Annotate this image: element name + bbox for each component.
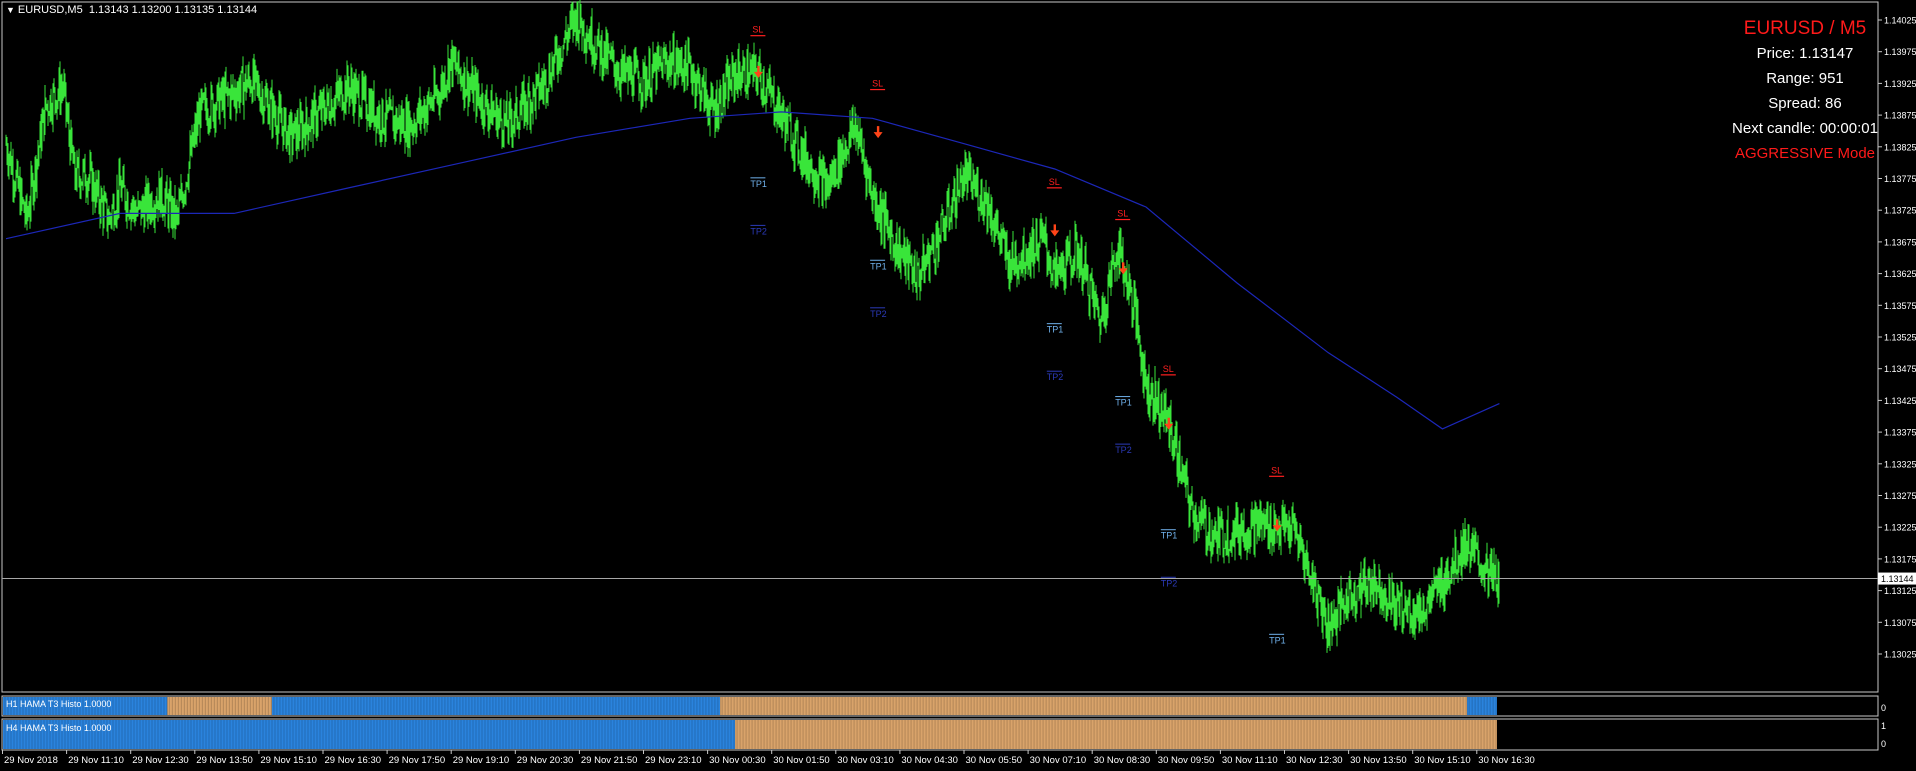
- time-tick-label: 30 Nov 04:30: [901, 755, 958, 766]
- price-tick-label: 1.13425: [1884, 396, 1916, 406]
- chart-header: ▼ EURUSD,M5 1.13143 1.13200 1.13135 1.131…: [6, 4, 257, 16]
- info-price: Price: 1.13147: [1756, 45, 1854, 62]
- time-tick-label: 30 Nov 16:30: [1478, 755, 1535, 766]
- tp1-label: TP1: [870, 261, 887, 271]
- time-tick-label: 30 Nov 01:50: [773, 755, 830, 766]
- info-panel: EURUSD / M5 Price: 1.13147 Range: 951 Sp…: [1680, 16, 1916, 166]
- tp2-label: TP2: [1047, 372, 1064, 382]
- tp1-label: TP1: [1161, 531, 1178, 541]
- price-tick-label: 1.13725: [1884, 206, 1916, 216]
- time-tick-label: 29 Nov 16:30: [325, 755, 382, 766]
- price-tick-label: 1.13075: [1884, 618, 1916, 628]
- time-tick-label: 30 Nov 05:50: [966, 755, 1023, 766]
- time-tick-label: 29 Nov 20:30: [517, 755, 574, 766]
- price-tick-label: 1.13125: [1884, 586, 1916, 596]
- moving-average-line: [5, 111, 1500, 430]
- info-range: Range: 951: [1766, 70, 1844, 87]
- time-tick-label: 29 Nov 23:10: [645, 755, 702, 766]
- time-tick-label: 29 Nov 21:50: [581, 755, 638, 766]
- tp2-label: TP2: [870, 309, 887, 319]
- time-tick-label: 30 Nov 09:50: [1158, 755, 1215, 766]
- subchart-h4-label: H4 HAMA T3 Histo 1.0000: [6, 723, 112, 733]
- tp1-label: TP1: [1047, 325, 1064, 335]
- current-price-label: 1.13144: [1881, 574, 1914, 584]
- time-tick-label: 30 Nov 07:10: [1030, 755, 1087, 766]
- tp1-label: TP1: [750, 179, 767, 189]
- info-next-candle: Next candle: 00:00:01: [1732, 120, 1878, 137]
- info-title: EURUSD / M5: [1743, 18, 1867, 39]
- time-tick-label: 30 Nov 11:10: [1222, 755, 1278, 766]
- price-tick-label: 1.13275: [1884, 491, 1916, 501]
- time-tick-label: 30 Nov 03:10: [837, 755, 894, 766]
- time-tick-label: 30 Nov 00:30: [709, 755, 766, 766]
- time-tick-label: 30 Nov 13:50: [1350, 755, 1407, 766]
- price-tick-label: 1.13525: [1884, 333, 1916, 343]
- price-tick-label: 1.13025: [1884, 650, 1916, 660]
- price-tick-label: 1.13225: [1884, 523, 1916, 533]
- sl-label: SL: [1271, 465, 1282, 475]
- dropdown-triangle-icon[interactable]: ▼: [6, 5, 15, 15]
- sl-label: SL: [1163, 364, 1174, 374]
- price-tick-label: 1.13375: [1884, 428, 1916, 438]
- time-tick-label: 29 Nov 13:50: [196, 755, 253, 766]
- subchart-h4-axis-top: 1: [1881, 721, 1886, 731]
- sl-label: SL: [1117, 209, 1128, 219]
- ohlc-values: 1.13143 1.13200 1.13135 1.13144: [88, 4, 258, 16]
- price-tick-label: 1.13575: [1884, 301, 1916, 311]
- tp1-label: TP1: [1115, 398, 1132, 408]
- price-tick-label: 1.13475: [1884, 364, 1916, 374]
- subchart-h1-axis-label: 0: [1881, 703, 1886, 713]
- sell-arrow-icon: [873, 126, 883, 139]
- time-tick-label: 29 Nov 2018: [4, 755, 58, 766]
- sell-arrow-icon: [1050, 224, 1060, 237]
- time-tick-label: 29 Nov 17:50: [389, 755, 446, 766]
- tp2-label: TP2: [750, 226, 767, 236]
- tp2-label: TP2: [1161, 578, 1178, 588]
- price-tick-label: 1.13325: [1884, 459, 1916, 469]
- time-tick-label: 29 Nov 12:30: [132, 755, 189, 766]
- sl-label: SL: [872, 79, 883, 89]
- price-tick-label: 1.13775: [1884, 174, 1916, 184]
- sl-label: SL: [752, 25, 763, 35]
- subchart-h1-label: H1 HAMA T3 Histo 1.0000: [6, 699, 112, 709]
- sl-label: SL: [1049, 177, 1060, 187]
- time-tick-label: 29 Nov 15:10: [260, 755, 317, 766]
- time-tick-label: 30 Nov 08:30: [1094, 755, 1151, 766]
- info-mode: AGGRESSIVE Mode: [1734, 145, 1876, 162]
- price-tick-label: 1.13175: [1884, 554, 1916, 564]
- tp1-label: TP1: [1269, 635, 1286, 645]
- price-tick-label: 1.13675: [1884, 237, 1916, 247]
- symbol-label: EURUSD,M5: [17, 4, 83, 16]
- subchart-h4-axis-bottom: 0: [1881, 739, 1886, 749]
- tp2-label: TP2: [1115, 445, 1132, 455]
- time-tick-label: 29 Nov 19:10: [453, 755, 510, 766]
- time-tick-label: 30 Nov 15:10: [1414, 755, 1471, 766]
- time-tick-label: 30 Nov 12:30: [1286, 755, 1343, 766]
- time-tick-label: 29 Nov 11:10: [68, 755, 124, 766]
- chart-canvas[interactable]: 1.140251.139751.139251.138751.138251.137…: [0, 0, 1916, 771]
- histogram-segment: [735, 720, 1497, 749]
- price-tick-label: 1.13625: [1884, 269, 1916, 279]
- main-chart-frame: [1, 1, 1879, 693]
- info-spread: Spread: 86: [1768, 95, 1842, 112]
- histogram-segment: [1467, 697, 1497, 715]
